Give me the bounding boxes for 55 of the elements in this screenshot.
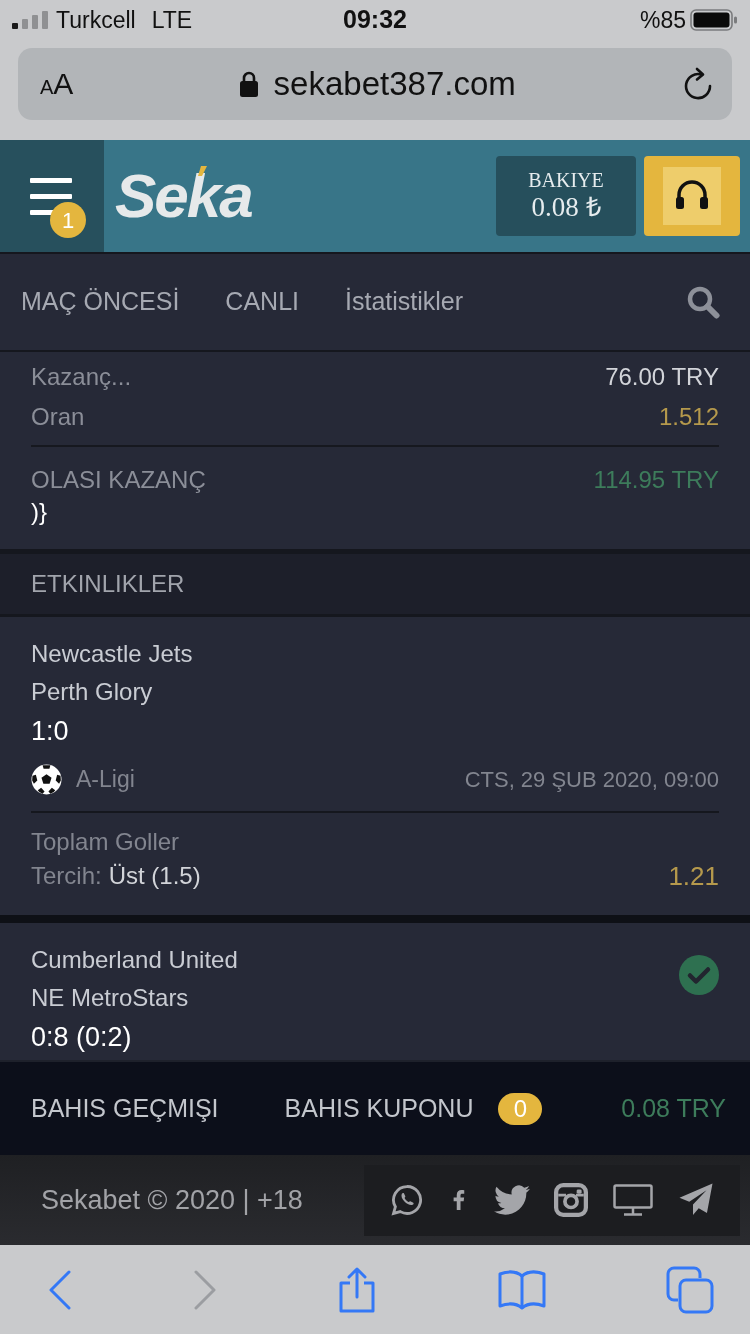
nav-tab[interactable]: İstatistikler: [345, 283, 464, 321]
share-icon[interactable]: [337, 1265, 377, 1314]
team-name: Newcastle Jets: [31, 639, 193, 669]
book-icon[interactable]: [497, 1269, 546, 1310]
team-name: Perth Glory: [31, 677, 153, 707]
carrier-name: Turkcell: [56, 5, 136, 35]
monitor-icon[interactable]: [612, 1184, 653, 1216]
market-name: Toplam Goller: [31, 827, 180, 857]
balance-amount: 0.08 ₺: [531, 191, 601, 223]
possible-win-label: OLASI KAZANÇ: [31, 465, 206, 495]
pick-value: Üst (1.5): [108, 861, 201, 891]
league-name: A-Ligi: [76, 764, 135, 794]
possible-win-value: 114.95 TRY: [593, 465, 719, 495]
battery-percent: %85: [639, 5, 686, 35]
soccer-ball-icon: [31, 763, 62, 795]
network-type: LTE: [151, 5, 193, 35]
support-button[interactable]: [644, 156, 740, 236]
score-text: 1:0: [31, 715, 69, 748]
tabs-icon[interactable]: [666, 1265, 714, 1314]
balance-label: BAKIYE: [528, 168, 604, 192]
bird-icon[interactable]: [493, 1185, 530, 1215]
chat-bubble-icon[interactable]: [390, 1183, 425, 1217]
clock-time: 09:32: [343, 4, 407, 36]
account-balance: 0.08 TRY: [621, 1092, 726, 1124]
slip-count-badge: 0: [498, 1092, 543, 1125]
copyright-text: Sekabet © 2020 | +18: [41, 1183, 303, 1217]
pick-label: Tercih:: [31, 861, 102, 891]
match-date: CTS, 29 ŞUB 2020, 09:00: [464, 765, 719, 794]
camera-icon[interactable]: [554, 1183, 589, 1217]
url-text: sekabet387.com: [273, 64, 516, 104]
site-logo[interactable]: Seka: [115, 165, 252, 227]
odds-label: Oran: [31, 402, 85, 432]
notification-badge: 1: [50, 202, 86, 238]
section-title: ETKINLIKLER: [0, 554, 750, 614]
headset-icon: [663, 167, 721, 225]
signal-icon: [12, 11, 48, 29]
team-name: NE MetroStars: [31, 983, 189, 1013]
odds-value: 1.21: [668, 859, 719, 893]
team-name: Cumberland United: [31, 945, 238, 975]
search-icon[interactable]: [686, 285, 720, 319]
battery-icon: [690, 9, 738, 31]
back-icon[interactable]: [48, 1268, 72, 1311]
bet-history-link[interactable]: BAHIS GEÇMIŞI: [31, 1089, 219, 1128]
reload-icon[interactable]: [682, 67, 714, 101]
address-bar[interactable]: AA sekabet387.com: [18, 48, 732, 120]
trailing-text: )}: [31, 497, 47, 527]
odds-value: 1.512: [658, 402, 719, 432]
score-text: 0:8 (0:2): [31, 1021, 132, 1054]
bet-slip-link[interactable]: BAHIS KUPONU: [284, 1089, 474, 1128]
stake-label: Kazanç...: [31, 362, 132, 392]
text-size-button[interactable]: AA: [40, 69, 74, 99]
nav-tab[interactable]: MAÇ ÖNCESİ: [21, 283, 180, 321]
stake-value: 76.00 TRY: [605, 362, 719, 392]
lock-icon: [239, 71, 258, 97]
nav-tab[interactable]: CANLI: [225, 283, 299, 321]
